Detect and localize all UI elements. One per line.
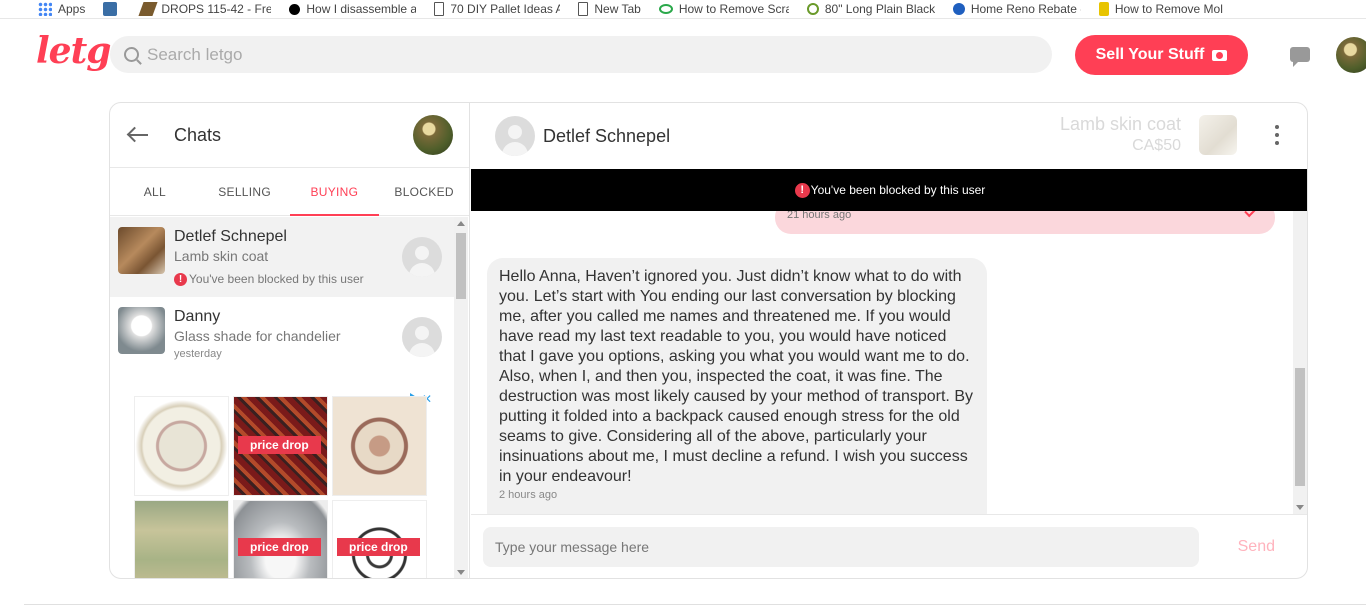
bookmark-new-tab[interactable]: New Tab — [578, 2, 641, 16]
product-thumbnail — [118, 227, 165, 274]
sell-your-stuff-button[interactable]: Sell Your Stuff — [1075, 35, 1248, 75]
conversation-pane: Detlef Schnepel Lamb skin coat CA$50 ! Y… — [471, 103, 1307, 578]
messages-scrollbar[interactable] — [1293, 211, 1307, 514]
contact-avatar-icon[interactable] — [495, 116, 535, 156]
product-thumbnail — [118, 307, 165, 354]
more-options-icon[interactable] — [1275, 125, 1279, 145]
sidebar-header: Chats — [110, 103, 469, 168]
ad-product-image[interactable] — [134, 396, 229, 496]
conversation-date: yesterday — [174, 348, 222, 360]
blocked-banner-text: You've been blocked by this user — [810, 183, 986, 197]
price-drop-badge: price drop — [238, 538, 321, 556]
green-chat-icon — [658, 4, 673, 14]
blocked-banner: ! You've been blocked by this user — [471, 169, 1307, 211]
sidebar-avatar[interactable] — [413, 115, 453, 155]
message-composer: Send — [471, 514, 1307, 578]
bookmark-disassemble[interactable]: How I disassemble a — [289, 2, 416, 16]
ad-product-image[interactable]: price drop — [332, 500, 427, 578]
person-avatar-icon — [402, 317, 442, 357]
e-icon — [806, 3, 819, 15]
sidebar-scrollbar[interactable] — [454, 217, 468, 578]
outgoing-message: 21 hours ago — [775, 211, 1275, 234]
conversation-name: Detlef Schnepel — [174, 228, 287, 245]
person-avatar-icon — [402, 237, 442, 277]
conversation-name: Danny — [174, 308, 221, 325]
scroll-up-icon[interactable] — [457, 221, 465, 226]
product-image[interactable] — [1199, 115, 1237, 155]
chat-tabs: ALL SELLING BUYING BLOCKED — [110, 168, 469, 216]
black-circle-icon — [289, 3, 301, 15]
conversation-status: ! You've been blocked by this user — [174, 272, 364, 286]
back-arrow-icon[interactable] — [128, 128, 148, 142]
bookmark-remove-scratch[interactable]: How to Remove Scra — [658, 2, 789, 16]
bookmark-home-reno[interactable]: Home Reno Rebate - — [952, 2, 1081, 16]
scrollbar-thumb[interactable] — [1295, 368, 1305, 486]
price-drop-badge: price drop — [337, 538, 420, 556]
conversation-product: Lamb skin coat — [174, 248, 269, 264]
price-drop-badge: price drop — [238, 436, 321, 454]
product-info[interactable]: Lamb skin coat CA$50 — [1060, 113, 1181, 157]
sell-button-label: Sell Your Stuff — [1095, 46, 1205, 63]
ad-grid: price drop price drop price drop — [134, 396, 427, 578]
conversation-list: Detlef Schnepel Lamb skin coat ! You've … — [110, 217, 454, 578]
conversation-item[interactable]: Danny Glass shade for chandelier yesterd… — [110, 297, 454, 377]
bookmark-chart[interactable] — [103, 2, 123, 16]
bottle-icon — [1098, 2, 1109, 16]
search-icon — [124, 47, 139, 62]
globe-icon — [952, 3, 965, 15]
contact-name[interactable]: Detlef Schnepel — [543, 126, 670, 147]
alert-icon: ! — [174, 272, 187, 286]
bookmark-pallet[interactable]: 70 DIY Pallet Ideas A — [434, 2, 560, 16]
message-list: 21 hours ago Hello Anna, Haven’t ignored… — [471, 211, 1293, 514]
chart-icon — [103, 2, 118, 16]
search-bar[interactable] — [110, 36, 1052, 73]
chat-sidebar: Chats ALL SELLING BUYING BLOCKED Detlef … — [110, 103, 470, 578]
bookmark-apps[interactable]: Apps — [38, 2, 85, 16]
conversation-product: Glass shade for chandelier — [174, 328, 341, 344]
chats-title: Chats — [174, 124, 222, 145]
product-price: CA$50 — [1132, 137, 1181, 154]
conversation-item[interactable]: Detlef Schnepel Lamb skin coat ! You've … — [110, 217, 454, 297]
tab-buying[interactable]: BUYING — [289, 168, 380, 216]
read-check-icon — [1244, 211, 1258, 218]
bookmarks-bar: Apps DROPS 115-42 - Free How I disassemb… — [0, 0, 1366, 18]
advertisement[interactable]: ✕ price drop price drop price drop — [132, 392, 432, 578]
message-text: Hello Anna, Haven’t ignored you. Just di… — [499, 268, 973, 485]
alert-icon: ! — [794, 182, 810, 198]
scroll-down-icon[interactable] — [457, 570, 465, 575]
messages-icon[interactable] — [1290, 47, 1310, 67]
drops-icon — [138, 2, 158, 16]
ad-product-image[interactable]: price drop — [233, 500, 328, 578]
document-icon — [434, 2, 445, 16]
search-input[interactable] — [147, 44, 947, 65]
bookmarks-divider — [0, 18, 1366, 19]
message-time: 21 hours ago — [787, 211, 852, 221]
ad-product-image[interactable]: price drop — [233, 396, 328, 496]
chat-card: Chats ALL SELLING BUYING BLOCKED Detlef … — [109, 102, 1308, 579]
send-button[interactable]: Send — [1238, 538, 1275, 556]
document-icon — [578, 2, 589, 16]
tab-blocked[interactable]: BLOCKED — [379, 168, 469, 215]
incoming-message: Hello Anna, Haven’t ignored you. Just di… — [487, 258, 987, 514]
user-avatar[interactable] — [1336, 37, 1366, 73]
message-input[interactable] — [483, 527, 1199, 567]
tab-selling[interactable]: SELLING — [200, 168, 290, 215]
ad-product-image[interactable] — [332, 396, 427, 496]
tab-all[interactable]: ALL — [110, 168, 200, 215]
scroll-down-icon[interactable] — [1296, 505, 1304, 510]
apps-grid-icon — [38, 2, 52, 16]
bookmark-drops[interactable]: DROPS 115-42 - Free — [138, 2, 271, 16]
bookmark-plain-black[interactable]: 80" Long Plain Black — [806, 2, 935, 16]
bookmark-remove-mold[interactable]: How to Remove Mol — [1098, 2, 1223, 16]
conversation-status-text: You've been blocked by this user — [189, 272, 364, 286]
scrollbar-thumb[interactable] — [456, 233, 466, 299]
camera-icon — [1212, 49, 1228, 61]
product-title: Lamb skin coat — [1059, 114, 1181, 134]
ad-product-image[interactable] — [134, 500, 229, 578]
conversation-header: Detlef Schnepel Lamb skin coat CA$50 — [471, 103, 1307, 169]
message-time: 2 hours ago — [499, 489, 558, 501]
